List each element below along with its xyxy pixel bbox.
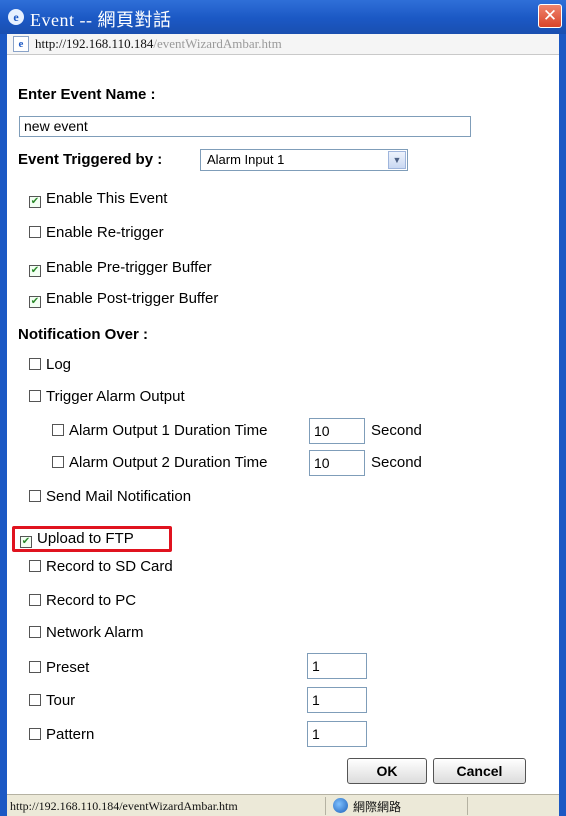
window-border-left [0,34,7,816]
notification-over-label: Notification Over : [18,326,149,343]
notify-alarm-output-2[interactable]: Alarm Output 2 Duration Time [52,452,267,474]
status-url: http://192.168.110.184/eventWizardAmbar.… [10,799,238,813]
notify-label: Upload to FTP [37,530,134,547]
checkbox[interactable] [29,626,41,638]
notify-label: Record to PC [46,592,137,609]
checkbox[interactable] [29,390,41,402]
cancel-button[interactable]: Cancel [433,758,526,784]
notify-preset[interactable]: Preset [29,657,89,679]
checkbox[interactable] [29,490,41,502]
checkbox[interactable] [29,728,41,740]
address-path: /eventWizardAmbar.htm [153,36,282,51]
notify-tour[interactable]: Tour [29,690,75,712]
alarm-output-2-unit: Second [371,454,422,471]
ie-icon: e [8,9,24,25]
dialog-content: Enter Event Name : new event Event Trigg… [7,56,559,794]
alarm-output-2-duration-input[interactable]: 10 [309,450,365,476]
option-enable-pre-trigger-buffer[interactable]: ✔ Enable Pre-trigger Buffer [29,257,212,279]
checkbox[interactable] [29,594,41,606]
triggered-by-select[interactable]: Alarm Input 1 ▼ [200,149,408,171]
triggered-by-value: Alarm Input 1 [207,152,285,167]
option-label: Enable Post-trigger Buffer [46,290,219,307]
triggered-by-label: Event Triggered by : [18,151,163,168]
window-title: Event -- 網頁對話 [30,10,172,30]
alarm-output-1-duration-input[interactable]: 10 [309,418,365,444]
notify-label: Record to SD Card [46,558,173,575]
checkbox[interactable] [29,694,41,706]
option-enable-re-trigger[interactable]: Enable Re-trigger [29,222,164,244]
checkbox[interactable]: ✔ [20,536,32,548]
status-zone: 網際網路 [353,800,402,814]
notify-upload-ftp[interactable]: ✔ Upload to FTP [20,528,134,550]
notify-label: Send Mail Notification [46,488,192,505]
option-enable-this-event[interactable]: ✔ Enable This Event [29,188,167,210]
notify-pattern[interactable]: Pattern [29,724,94,746]
notify-label: Preset [46,659,90,676]
option-label: Enable Pre-trigger Buffer [46,259,212,276]
notify-log[interactable]: Log [29,354,71,376]
address-bar: e http://192.168.110.184/eventWizardAmba… [7,34,559,55]
checkbox[interactable]: ✔ [29,296,41,308]
event-name-label: Enter Event Name : [18,86,156,103]
notify-label: Trigger Alarm Output [46,388,185,405]
notify-alarm-output-1[interactable]: Alarm Output 1 Duration Time [52,420,267,442]
status-divider [467,797,468,815]
notify-network-alarm[interactable]: Network Alarm [29,622,144,644]
chevron-down-icon[interactable]: ▼ [388,151,406,169]
notify-record-sd[interactable]: Record to SD Card [29,556,173,578]
checkbox[interactable] [29,358,41,370]
alarm-output-1-unit: Second [371,422,422,439]
checkbox[interactable] [29,661,41,673]
globe-icon [333,798,348,813]
title-bar: e Event -- 網頁對話 ✕ [0,0,566,34]
checkbox[interactable]: ✔ [29,265,41,277]
notify-label: Alarm Output 2 Duration Time [69,454,268,471]
notify-label: Alarm Output 1 Duration Time [69,422,268,439]
checkbox[interactable] [29,226,41,238]
ok-button[interactable]: OK [347,758,427,784]
address-url: http://192.168.110.184/eventWizardAmbar.… [35,36,282,52]
window-border-right [559,34,566,816]
notify-trigger-alarm-output[interactable]: Trigger Alarm Output [29,386,185,408]
notify-label: Tour [46,692,76,709]
notify-label: Network Alarm [46,624,144,641]
address-host: http://192.168.110.184 [35,36,154,51]
checkbox[interactable] [52,456,64,468]
option-label: Enable This Event [46,190,168,207]
checkbox[interactable] [29,560,41,572]
notify-label: Pattern [46,726,95,743]
checkbox[interactable]: ✔ [29,196,41,208]
option-enable-post-trigger-buffer[interactable]: ✔ Enable Post-trigger Buffer [29,288,218,310]
status-divider [325,797,326,815]
option-label: Enable Re-trigger [46,224,164,241]
preset-input[interactable]: 1 [307,653,367,679]
page-icon: e [13,36,29,52]
notify-send-mail[interactable]: Send Mail Notification [29,486,191,508]
tour-input[interactable]: 1 [307,687,367,713]
status-bar: http://192.168.110.184/eventWizardAmbar.… [7,794,559,816]
event-name-input[interactable]: new event [19,116,471,137]
pattern-input[interactable]: 1 [307,721,367,747]
notify-label: Log [46,356,72,373]
notify-record-pc[interactable]: Record to PC [29,590,136,612]
checkbox[interactable] [52,424,64,436]
close-button[interactable]: ✕ [538,4,562,28]
